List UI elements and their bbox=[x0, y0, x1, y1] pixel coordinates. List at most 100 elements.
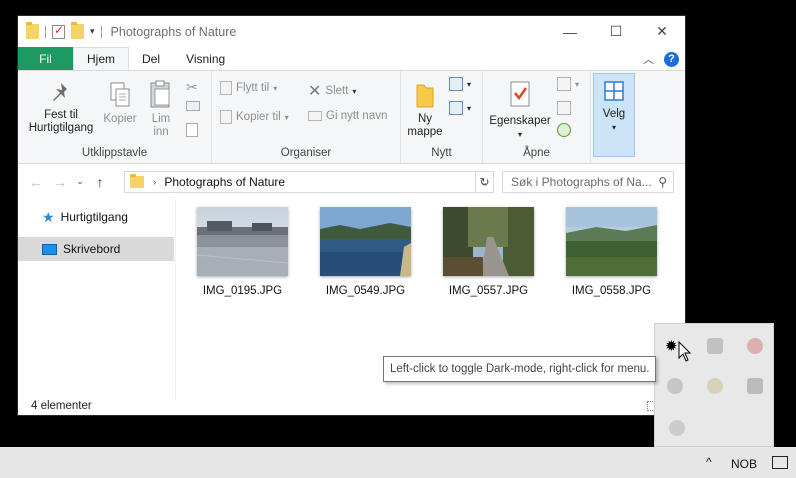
thumbnail-image bbox=[196, 207, 289, 276]
file-item[interactable]: IMG_0557.JPG bbox=[443, 207, 534, 297]
refresh-icon[interactable]: ↻ bbox=[475, 172, 493, 192]
new-folder-label-line1: Ny bbox=[417, 113, 433, 125]
mouse-cursor-icon bbox=[678, 341, 692, 362]
copy-button[interactable]: Kopier bbox=[100, 81, 140, 126]
dropdown-icon: ▾ bbox=[517, 130, 522, 139]
action-center-icon[interactable] bbox=[772, 456, 788, 469]
thumbnail-image bbox=[320, 207, 411, 276]
rename-icon bbox=[308, 111, 322, 121]
move-to-label: Flytt til bbox=[236, 82, 270, 94]
separator bbox=[45, 25, 46, 38]
paste-button[interactable]: Lim inn bbox=[144, 79, 178, 139]
file-item[interactable]: IMG_0195.JPG bbox=[196, 207, 289, 297]
pin-label-line2: Hurtigtilgang bbox=[28, 122, 94, 134]
open-group-label: Åpne bbox=[523, 147, 550, 159]
tray-overflow-flyout: ✹ bbox=[654, 323, 774, 447]
dropdown-icon: ▾ bbox=[352, 86, 357, 96]
tray-app-icon[interactable] bbox=[667, 378, 683, 394]
paste-icon bbox=[150, 80, 170, 108]
search-icon: ⚲ bbox=[658, 175, 667, 189]
breadcrumb-current[interactable]: Photographs of Nature bbox=[164, 175, 285, 189]
open-button[interactable]: ▾ bbox=[557, 77, 579, 91]
sidebar-item-quick-access[interactable]: ★ Hurtigtilgang bbox=[18, 205, 174, 229]
tray-app-icon[interactable] bbox=[669, 420, 685, 436]
star-icon: ★ bbox=[42, 208, 55, 225]
forward-arrow-icon[interactable]: → bbox=[48, 174, 72, 190]
tray-app-icon[interactable] bbox=[747, 338, 763, 354]
new-group: Ny mappe ▾ ▾ Nytt bbox=[401, 71, 483, 163]
select-button[interactable]: Velg ▾ bbox=[593, 73, 635, 157]
back-arrow-icon[interactable]: ← bbox=[24, 174, 48, 190]
recent-locations-chevron-icon[interactable]: ⌄ bbox=[72, 176, 88, 187]
delete-button[interactable]: ✕ Slett ▾ bbox=[308, 81, 356, 101]
file-item[interactable]: IMG_0558.JPG bbox=[566, 207, 657, 297]
thumbnail-image bbox=[566, 207, 657, 276]
tab-share[interactable]: Del bbox=[129, 47, 173, 70]
tray-app-icon[interactable] bbox=[707, 338, 723, 354]
search-placeholder: Søk i Photographs of Na... bbox=[511, 175, 652, 189]
collapse-ribbon-chevron-icon[interactable]: ︿ bbox=[643, 51, 654, 67]
new-item-button[interactable]: ▾ bbox=[449, 77, 471, 91]
address-bar[interactable]: › Photographs of Nature ⌄ bbox=[124, 171, 494, 193]
tab-home[interactable]: Hjem bbox=[73, 47, 130, 70]
tray-app-icon[interactable] bbox=[747, 378, 763, 394]
item-count: 4 elementer bbox=[31, 400, 92, 412]
organize-group: Flytt til ▾ Kopier til ▾ ✕ Slett ▾ Gi ny… bbox=[212, 71, 401, 163]
paste-shortcut-button[interactable] bbox=[186, 123, 198, 137]
desktop-icon bbox=[42, 243, 57, 255]
ribbon-right-controls: ︿ ? bbox=[643, 51, 679, 67]
rename-button[interactable]: Gi nytt navn bbox=[308, 110, 387, 122]
input-language-indicator[interactable]: NOB bbox=[731, 457, 757, 471]
new-folder-qa-icon[interactable] bbox=[71, 22, 84, 39]
taskbar: ^ NOB bbox=[0, 447, 796, 478]
file-name: IMG_0557.JPG bbox=[448, 285, 529, 297]
clipboard-group-label: Utklippstavle bbox=[81, 147, 148, 159]
minimize-button[interactable]: — bbox=[547, 16, 593, 47]
edit-icon bbox=[557, 101, 571, 115]
move-to-button[interactable]: Flytt til ▾ bbox=[220, 81, 277, 95]
copy-path-button[interactable] bbox=[186, 101, 200, 111]
dropdown-icon: ▾ bbox=[284, 112, 289, 122]
tray-app-icon[interactable] bbox=[707, 378, 723, 394]
pin-label-line1: Fest til bbox=[44, 109, 78, 121]
properties-label: Egenskaper bbox=[489, 115, 551, 127]
properties-icon bbox=[510, 81, 530, 107]
show-hidden-icons-chevron-icon[interactable]: ^ bbox=[706, 455, 712, 469]
copy-to-button[interactable]: Kopier til ▾ bbox=[220, 110, 289, 124]
new-group-label: Nytt bbox=[431, 147, 452, 159]
scissors-icon: ✂ bbox=[186, 79, 198, 95]
select-label: Velg bbox=[602, 108, 626, 120]
properties-qa-icon[interactable] bbox=[52, 23, 65, 39]
tab-view[interactable]: Visning bbox=[173, 47, 238, 70]
help-icon[interactable]: ? bbox=[664, 51, 679, 67]
navigation-pane: ★ Hurtigtilgang Skrivebord bbox=[18, 199, 176, 399]
maximize-button[interactable]: ☐ bbox=[593, 16, 639, 47]
close-button[interactable]: ✕ bbox=[639, 16, 685, 47]
edit-button[interactable] bbox=[557, 101, 571, 115]
new-folder-button[interactable]: Ny mappe bbox=[405, 81, 445, 139]
up-arrow-icon[interactable]: ↑ bbox=[88, 174, 112, 190]
properties-button[interactable]: Egenskaper ▾ bbox=[487, 79, 553, 141]
dropdown-icon: ▾ bbox=[273, 83, 278, 93]
dropdown-icon: ▾ bbox=[575, 79, 580, 89]
breadcrumb-separator-icon[interactable]: › bbox=[153, 177, 156, 188]
folder-icon bbox=[26, 22, 39, 39]
history-button[interactable] bbox=[557, 123, 571, 137]
pin-quick-access-button[interactable]: Fest til Hurtigtilgang bbox=[24, 81, 98, 135]
easy-access-button[interactable]: ▾ bbox=[449, 101, 471, 115]
file-item[interactable]: IMG_0549.JPG bbox=[320, 207, 411, 297]
file-name: IMG_0549.JPG bbox=[325, 285, 406, 297]
organize-group-label: Organiser bbox=[280, 147, 332, 159]
select-group: Velg ▾ bbox=[591, 71, 643, 163]
customize-qa-chevron-icon[interactable]: ▾ bbox=[90, 26, 95, 37]
pin-icon bbox=[53, 83, 67, 101]
paste-label-line2: inn bbox=[153, 126, 169, 138]
delete-label: Slett bbox=[325, 85, 349, 97]
copy-path-icon bbox=[186, 101, 200, 111]
search-input[interactable]: Søk i Photographs of Na... ⚲ bbox=[502, 171, 674, 193]
dark-mode-toggle-icon[interactable]: ✹ bbox=[665, 337, 678, 355]
cut-button[interactable]: ✂ bbox=[186, 79, 198, 96]
copy-label: Kopier bbox=[103, 113, 137, 125]
sidebar-item-desktop[interactable]: Skrivebord bbox=[18, 237, 174, 261]
tab-file[interactable]: Fil bbox=[18, 47, 73, 70]
